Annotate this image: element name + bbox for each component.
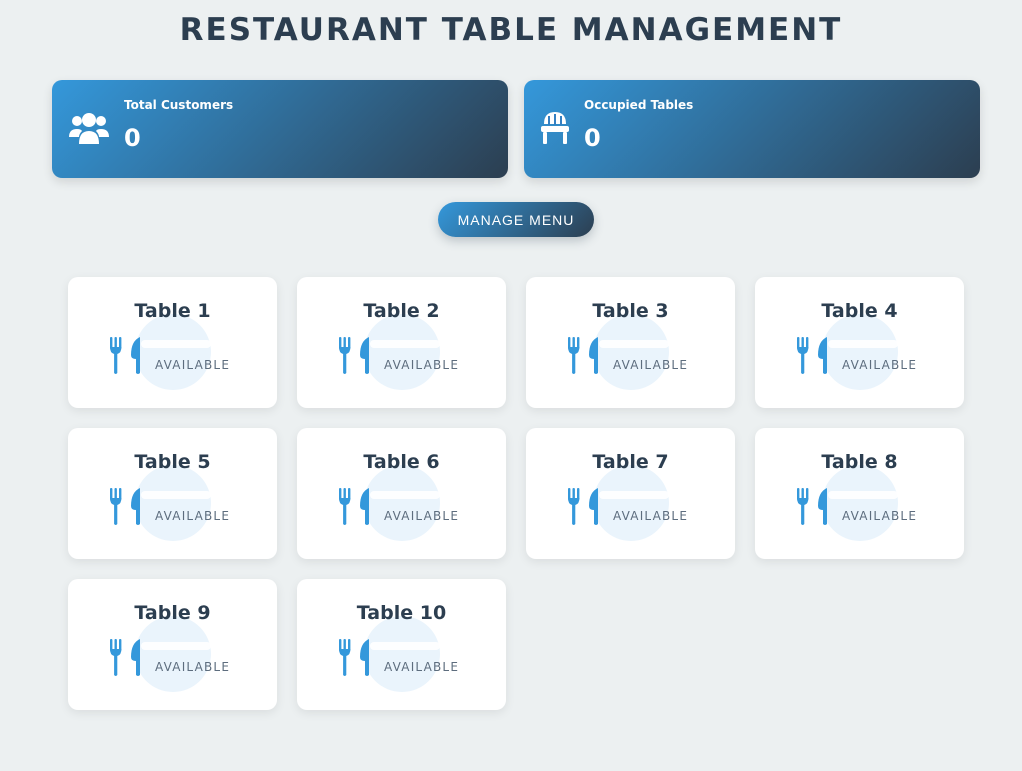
occupied-tables-label: Occupied Tables [584,98,694,112]
table-card-9[interactable]: Table 9 AVAILABLE [68,579,277,710]
utensils-icon [110,488,140,525]
table-watermark-bar [370,491,440,499]
table-watermark-icon [364,314,440,390]
table-card-3[interactable]: Table 3 AVAILABLE [526,277,735,408]
table-watermark-bar [370,340,440,348]
table-watermark-bar [141,642,211,650]
table-status: AVAILABLE [842,358,918,372]
total-customers-value: 0 [124,124,141,152]
table-watermark-icon [135,314,211,390]
table-watermark-icon [135,616,211,692]
table-watermark-bar [828,491,898,499]
utensils-icon [110,639,140,676]
table-status: AVAILABLE [155,509,231,523]
table-name: Table 1 [134,300,211,322]
table-card-8[interactable]: Table 8 AVAILABLE [755,428,964,559]
table-card-10[interactable]: Table 10 AVAILABLE [297,579,506,710]
table-watermark-icon [822,314,898,390]
table-name: Table 8 [821,451,898,473]
chair-icon [541,112,569,144]
total-customers-label: Total Customers [124,98,234,112]
table-name: Table 9 [134,602,211,624]
utensils-icon [110,337,140,374]
table-name: Table 3 [592,300,669,322]
utensils-icon [339,639,369,676]
utensils-icon [797,337,827,374]
table-status: AVAILABLE [155,358,231,372]
table-watermark-bar [370,642,440,650]
utensils-icon [568,488,598,525]
occupied-tables-value: 0 [584,124,601,152]
table-status: AVAILABLE [384,660,460,674]
utensils-icon [339,488,369,525]
table-watermark-icon [364,465,440,541]
table-status: AVAILABLE [613,509,689,523]
table-watermark-bar [828,340,898,348]
table-name: Table 10 [356,602,447,624]
table-watermark-icon [593,314,669,390]
page-title: RESTAURANT TABLE MANAGEMENT [179,12,843,48]
table-name: Table 5 [134,451,211,473]
table-status: AVAILABLE [384,358,460,372]
table-card-6[interactable]: Table 6 AVAILABLE [297,428,506,559]
users-icon [69,113,109,144]
table-status: AVAILABLE [842,509,918,523]
table-watermark-bar [141,491,211,499]
table-status: AVAILABLE [384,509,460,523]
utensils-icon [339,337,369,374]
table-status: AVAILABLE [155,660,231,674]
utensils-icon [797,488,827,525]
table-name: Table 4 [821,300,898,322]
table-card-2[interactable]: Table 2 AVAILABLE [297,277,506,408]
table-card-5[interactable]: Table 5 AVAILABLE [68,428,277,559]
table-watermark-bar [599,340,669,348]
table-watermark-icon [593,465,669,541]
table-watermark-bar [141,340,211,348]
table-watermark-bar [599,491,669,499]
utensils-icon [568,337,598,374]
occupied-tables-card: Occupied Tables 0 [524,80,980,178]
table-card-4[interactable]: Table 4 AVAILABLE [755,277,964,408]
table-watermark-icon [822,465,898,541]
table-card-7[interactable]: Table 7 AVAILABLE [526,428,735,559]
table-watermark-icon [364,616,440,692]
table-status: AVAILABLE [613,358,689,372]
page: RESTAURANT TABLE MANAGEMENT Total Custom… [0,0,1022,771]
table-watermark-icon [135,465,211,541]
manage-menu-button[interactable]: MANAGE MENU [438,202,594,237]
table-name: Table 7 [592,451,669,473]
table-name: Table 2 [363,300,440,322]
table-card-1[interactable]: Table 1 AVAILABLE [68,277,277,408]
total-customers-card: Total Customers 0 [52,80,508,178]
table-name: Table 6 [363,451,440,473]
